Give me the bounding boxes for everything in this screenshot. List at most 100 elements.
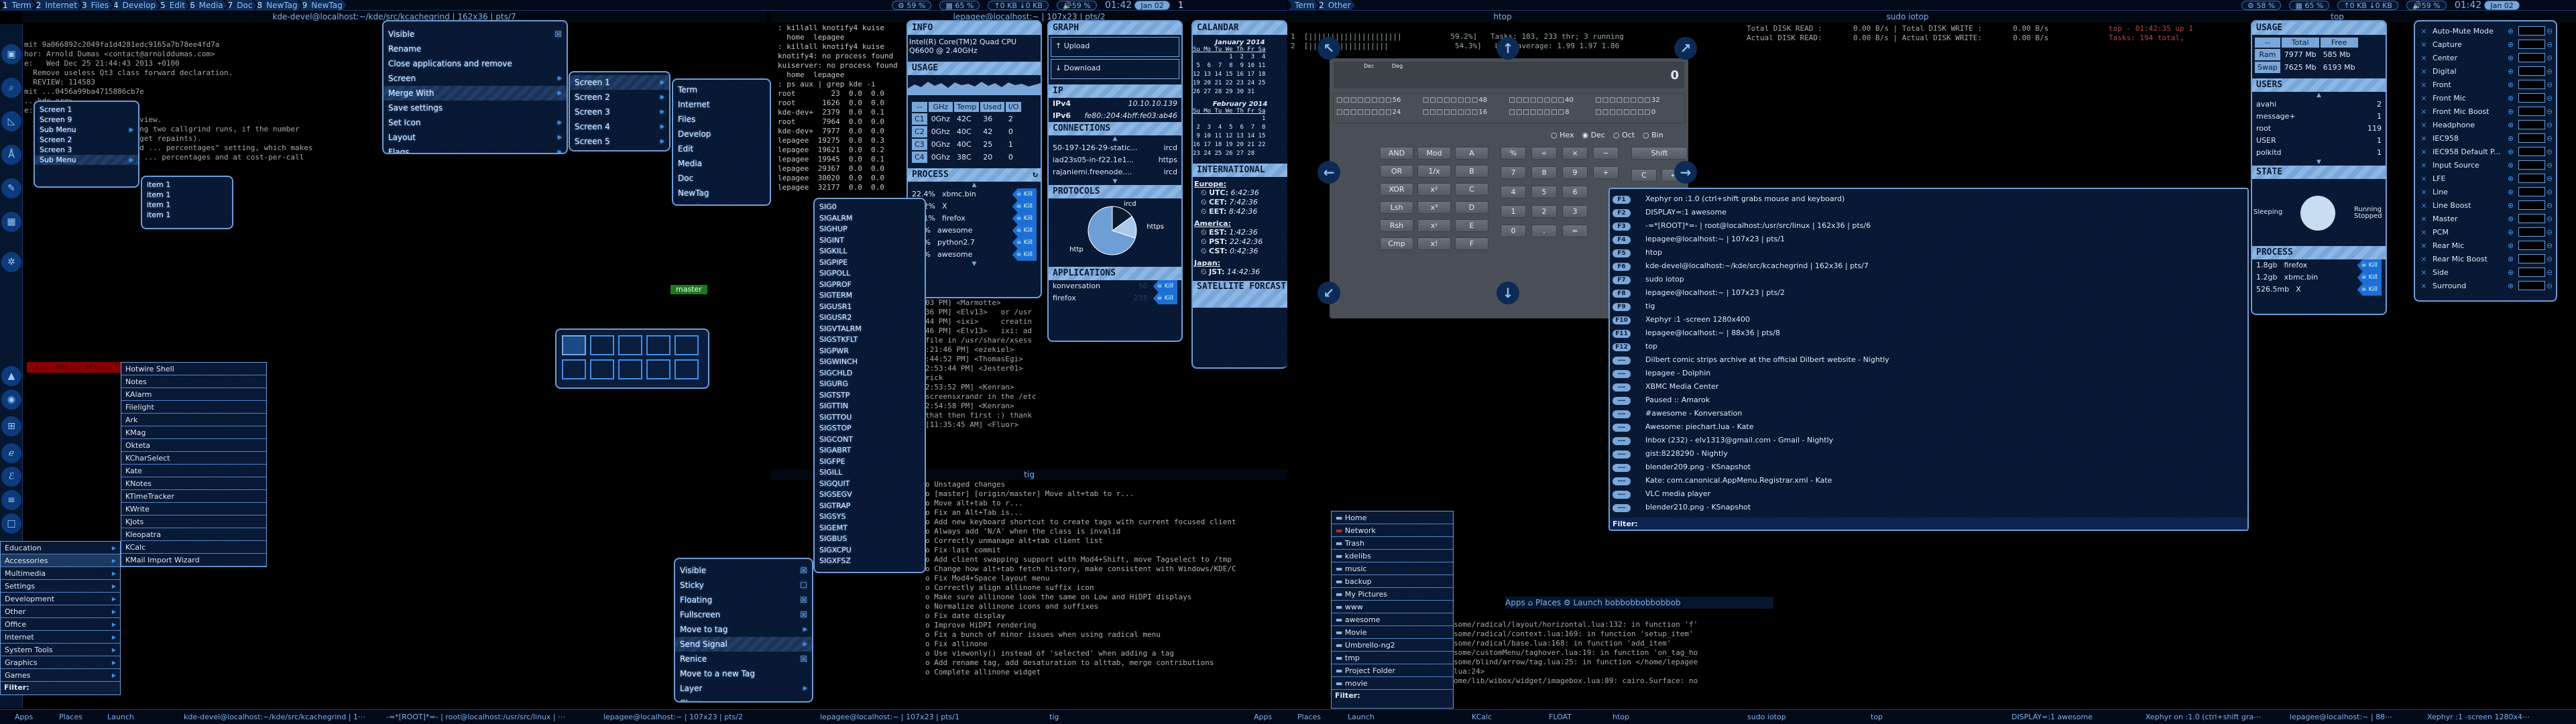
- volume-slider[interactable]: [2518, 40, 2545, 49]
- place-item[interactable]: ▬ www: [1332, 601, 1453, 613]
- signal-item[interactable]: SIGBUS: [815, 534, 925, 545]
- kill-button[interactable]: ☠ Kill: [1012, 237, 1037, 249]
- layout-selector[interactable]: [555, 328, 709, 389]
- category-item[interactable]: Education ▶: [1, 542, 120, 554]
- menu-item[interactable]: Doc: [673, 171, 770, 186]
- menu-item[interactable]: Floating ☒: [675, 593, 812, 607]
- category-item[interactable]: Settings ▶: [1, 580, 120, 593]
- category-item[interactable]: Multimedia ▶: [1, 567, 120, 580]
- calc-button[interactable]: 1/x: [1417, 165, 1451, 178]
- network-widget[interactable]: ↑0 KB ↓0 KB: [988, 1, 1049, 10]
- window-item[interactable]: F11 lepagee@localhost:~ | 88x36 | pts/8: [1610, 328, 2247, 342]
- place-item[interactable]: ▬ Movie: [1332, 626, 1453, 639]
- scroll-down-icon[interactable]: ▼: [2252, 159, 2386, 166]
- place-item[interactable]: ▬ Trash: [1332, 537, 1453, 550]
- layout-tile-icon[interactable]: [590, 335, 614, 355]
- window-item[interactable]: F9 tig: [1610, 302, 2247, 315]
- category-item[interactable]: Other ▶: [1, 605, 120, 618]
- plus-icon[interactable]: ⊕: [2508, 255, 2517, 263]
- places-button[interactable]: Places: [1297, 713, 1321, 721]
- scroll-up-icon[interactable]: ▲: [2252, 92, 2386, 99]
- minus-icon[interactable]: ⊖: [2546, 228, 2556, 237]
- minus-icon[interactable]: ⊖: [2546, 201, 2556, 210]
- menu-item[interactable]: Merge With ▶: [384, 86, 567, 101]
- arrow-up-right-icon[interactable]: ↗: [1674, 37, 1697, 60]
- menu-item[interactable]: Renice ☒: [675, 652, 812, 666]
- application-item[interactable]: KJots: [121, 516, 266, 528]
- minus-icon[interactable]: ⊖: [2546, 215, 2556, 223]
- minus-icon[interactable]: ⊖: [2546, 241, 2556, 250]
- menu-item[interactable]: Develop: [673, 127, 770, 141]
- refresh-icon[interactable]: ↻: [1033, 168, 1038, 182]
- plus-icon[interactable]: ⊕: [2508, 174, 2517, 183]
- mute-icon[interactable]: ⨯: [2415, 67, 2433, 76]
- plus-icon[interactable]: ⊕: [2508, 201, 2517, 210]
- window-item[interactable]: F8 lepagee@localhost:~ | 107x23 | pts/2: [1610, 288, 2247, 302]
- minus-icon[interactable]: ⊖: [2546, 67, 2556, 76]
- menu-item[interactable]: Sticky ☐: [675, 578, 812, 593]
- layout-tile-icon[interactable]: [646, 335, 670, 355]
- mute-icon[interactable]: ⨯: [2415, 80, 2433, 89]
- tag-9[interactable]: 9 NewTag: [300, 0, 347, 11]
- window-item[interactable]: F12 top: [1610, 342, 2247, 355]
- mute-icon[interactable]: ⨯: [2415, 174, 2433, 183]
- window-title[interactable]: htop: [1288, 11, 1717, 22]
- minus-icon[interactable]: ⊖: [2546, 282, 2556, 290]
- tag-5[interactable]: 5 Edit: [158, 0, 189, 11]
- signal-item[interactable]: SIGUSR1: [815, 302, 925, 313]
- launch-button[interactable]: Launch: [1574, 598, 1602, 607]
- application-item[interactable]: Ark: [121, 414, 266, 426]
- application-item[interactable]: KWrite: [121, 503, 266, 516]
- calc-button[interactable]: B: [1455, 165, 1488, 178]
- mute-icon[interactable]: ⨯: [2415, 282, 2433, 290]
- mute-icon[interactable]: ⨯: [2415, 27, 2433, 36]
- bit-group[interactable]: □□□□□□□□24: [1336, 109, 1423, 121]
- window-item[interactable]: F2 DISPLAY=:1 awesome: [1610, 208, 2247, 221]
- signal-item[interactable]: SIGEMT: [815, 523, 925, 534]
- lua-error-terminal[interactable]: some/radical/layout/horizontal.lua:132: …: [1454, 620, 1769, 701]
- date-badge[interactable]: Jan 02: [1134, 1, 1170, 10]
- minus-icon[interactable]: ⊖: [2546, 40, 2556, 49]
- menu-item[interactable]: Screen ▶: [384, 71, 567, 86]
- menu-item[interactable]: Screen 1 ▶: [570, 75, 669, 90]
- taskbar-item[interactable]: lepagee@localhost:~ | 88⋯: [2290, 713, 2392, 721]
- menu-item[interactable]: Media: [673, 156, 770, 171]
- menu-item[interactable]: Close: [675, 696, 812, 701]
- signal-item[interactable]: SIGSYS: [815, 511, 925, 523]
- application-item[interactable]: Hotwire Shell: [121, 363, 266, 375]
- application-item[interactable]: KAlarm: [121, 388, 266, 401]
- places-button[interactable]: Places: [59, 713, 82, 721]
- menu-item[interactable]: Visible ☒: [384, 27, 567, 42]
- tag-3[interactable]: 3 Files: [79, 0, 113, 11]
- taskbar-item[interactable]: lepagee@localhost:~ | 107x23 | pts/2: [603, 713, 743, 721]
- volume-slider[interactable]: [2518, 66, 2545, 76]
- checkbox[interactable]: ☒: [800, 652, 807, 666]
- bit-group[interactable]: □□□□□□□□16: [1423, 109, 1509, 121]
- calc-button[interactable]: x²: [1417, 183, 1451, 196]
- category-item[interactable]: Internet ▶: [1, 631, 120, 644]
- layout-spiral-icon[interactable]: [562, 359, 586, 379]
- signal-item[interactable]: SIGABRT: [815, 445, 925, 457]
- menu-item[interactable]: Term: [673, 82, 770, 97]
- minus-icon[interactable]: ⊖: [2546, 27, 2556, 36]
- calc-button[interactable]: 4: [1501, 186, 1526, 198]
- plus-icon[interactable]: ⊕: [2508, 215, 2517, 223]
- terminal-icon[interactable]: ▣: [1, 44, 21, 64]
- taskbar-item[interactable]: top: [1871, 713, 1883, 721]
- kill-button[interactable]: ☠ Kill: [1012, 213, 1037, 225]
- clear-button[interactable]: C: [1631, 169, 1657, 182]
- minus-icon[interactable]: ⊖: [2546, 80, 2556, 89]
- volume-slider[interactable]: [2518, 241, 2545, 250]
- ruler-icon[interactable]: ◺: [1, 111, 21, 131]
- taskbar-item[interactable]: kde-devel@localhost:~/kde/src/kcachegrin…: [184, 713, 365, 721]
- window-item[interactable]: F3 -=*[ROOT]*=- | root@localhost:/usr/src…: [1610, 221, 2247, 235]
- window-item[interactable]: --- VLC media player: [1610, 489, 2247, 503]
- tag-2[interactable]: 2 Other: [1316, 0, 1355, 11]
- window-item[interactable]: --- blender209.png - KSnapshot: [1610, 463, 2247, 476]
- calc-button[interactable]: +: [1593, 166, 1619, 179]
- kill-button[interactable]: ☠ Kill: [1012, 188, 1037, 200]
- menu-item[interactable]: Layer ▶: [675, 681, 812, 696]
- cpu-widget[interactable]: ⚙ 58 %: [2241, 1, 2282, 10]
- tag-6[interactable]: 6 Media: [187, 0, 227, 11]
- place-item[interactable]: ▬ movie: [1332, 677, 1453, 690]
